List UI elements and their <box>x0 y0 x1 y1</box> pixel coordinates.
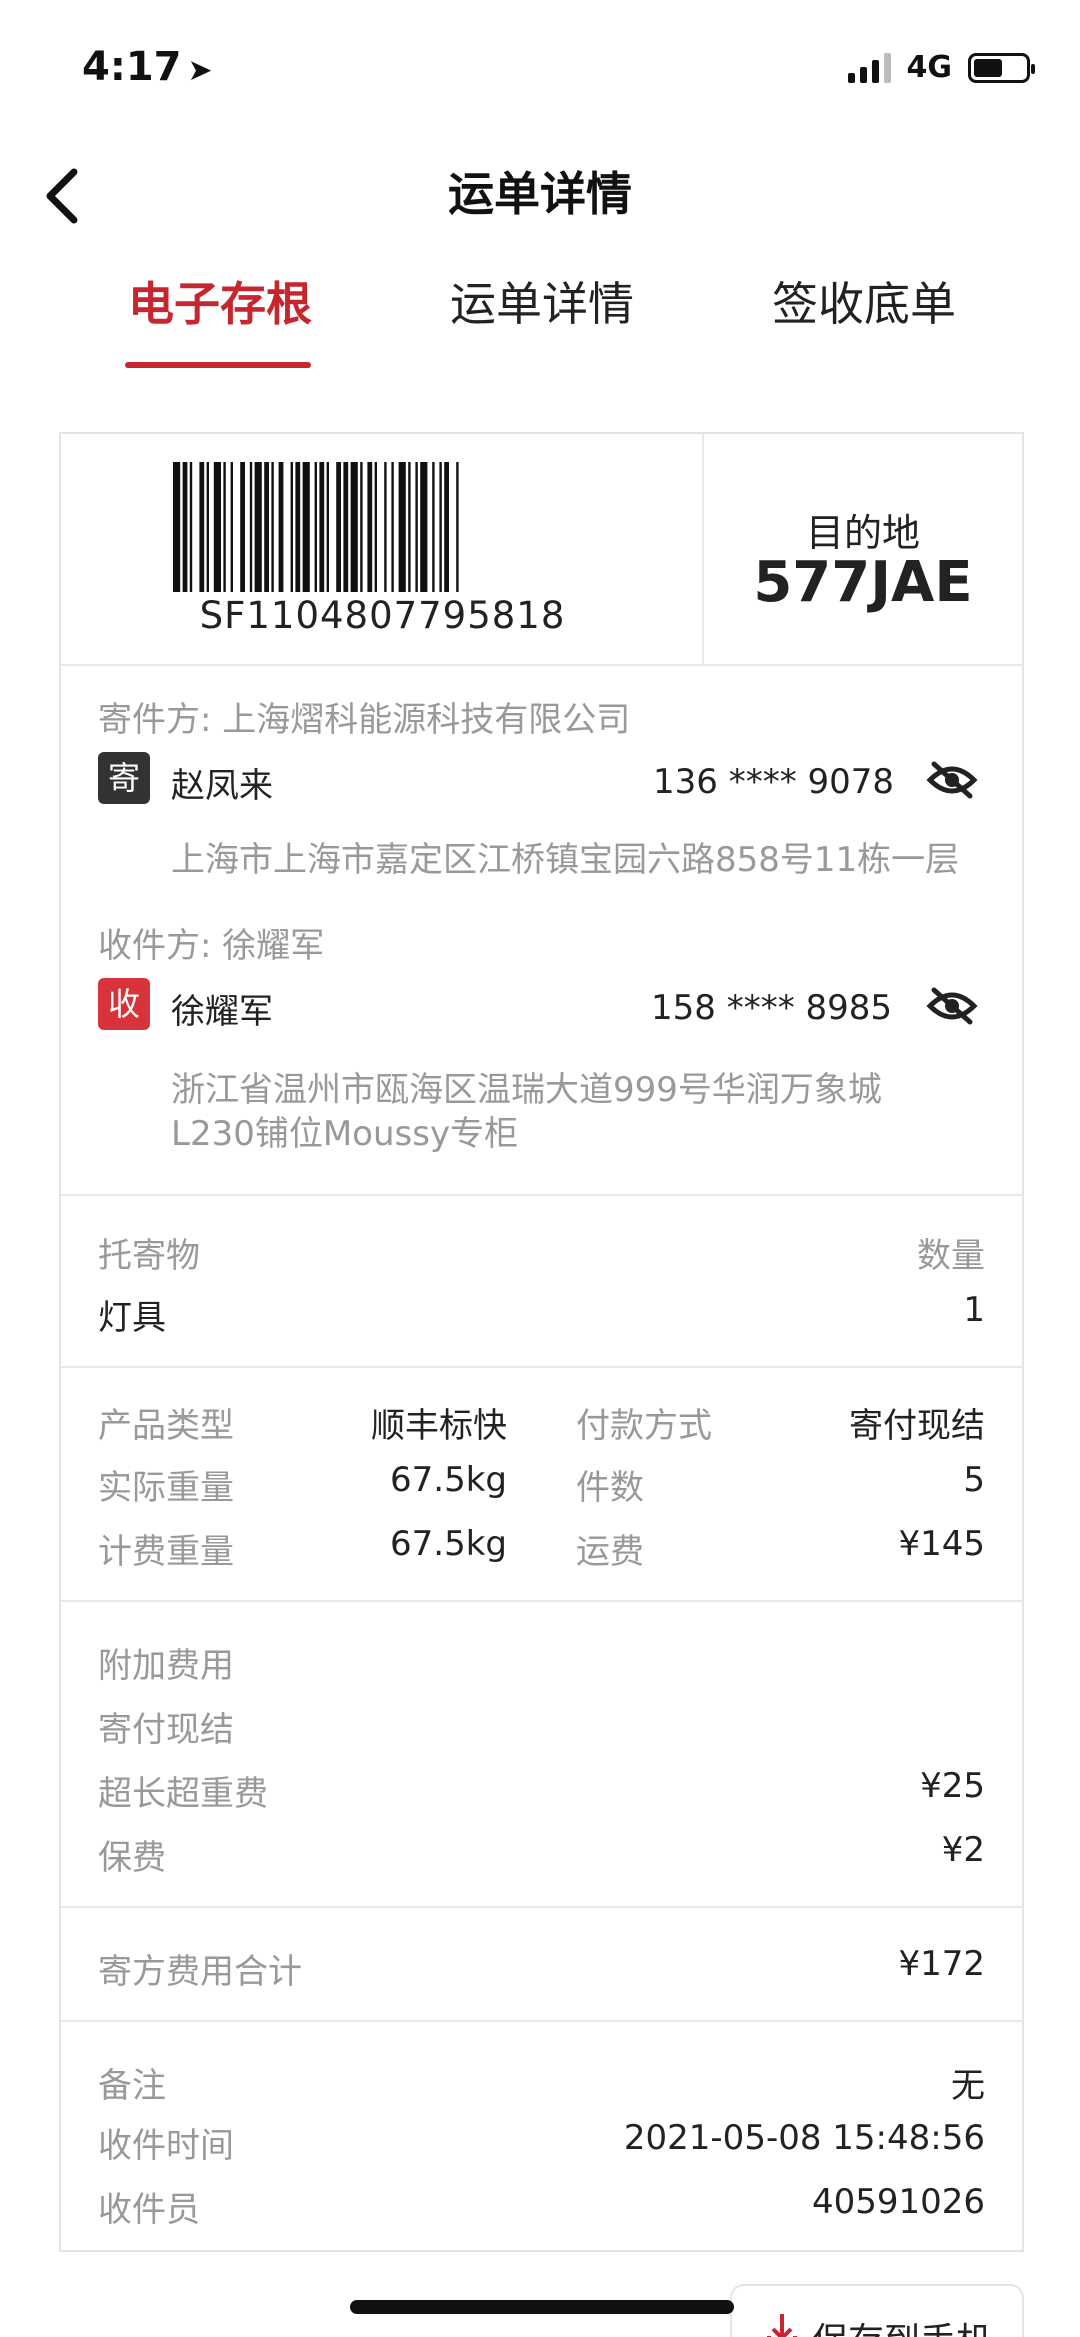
destination-label: 目的地 <box>805 511 920 555</box>
payment-value: 寄付现结 <box>849 1406 985 1446</box>
save-to-phone-button[interactable]: 保存到手机 <box>730 2284 1024 2337</box>
actual-weight-value: 67.5kg <box>390 1460 507 1500</box>
extra-fees-section: 附加费用 寄付现结 超长超重费 ¥25 保费 ¥2 <box>61 1602 1022 1908</box>
barcode-section: SF1104807795818 目的地 577JAE <box>61 434 1022 666</box>
extra-fees-subtitle: 寄付现结 <box>98 1710 234 1750</box>
pieces-value: 5 <box>963 1460 985 1500</box>
receiver-header: 收件方: 徐耀军 <box>98 926 325 966</box>
tab-bar: 电子存根 运单详情 签收底单 <box>0 260 1080 370</box>
waybill-number: SF1104807795818 <box>199 594 566 637</box>
destination-code: 577JAE <box>753 550 973 615</box>
billed-weight-label: 计费重量 <box>98 1532 234 1572</box>
sender-address: 上海市上海市嘉定区江桥镇宝园六路858号11栋一层 <box>171 840 960 880</box>
signal-icon <box>847 52 891 83</box>
sender-header: 寄件方: 上海熠科能源科技有限公司 <box>98 700 631 740</box>
remark-value: 无 <box>951 2066 985 2106</box>
goods-item-value: 灯具 <box>98 1298 166 1338</box>
courier-value: 40591026 <box>811 2182 985 2222</box>
product-type-value: 顺丰标快 <box>371 1406 507 1446</box>
download-icon <box>767 2314 797 2337</box>
clock: 4:17 <box>82 44 182 90</box>
eye-off-icon[interactable] <box>926 760 978 800</box>
total-label: 寄方费用合计 <box>98 1952 302 1992</box>
receiver-phone: 158 **** 8985 <box>651 988 893 1028</box>
receiver-name: 徐耀军 <box>171 992 273 1032</box>
save-button-label: 保存到手机 <box>812 2312 992 2337</box>
receiver-address-line1: 浙江省温州市瓯海区温瑞大道999号华润万象城 <box>171 1070 882 1110</box>
sender-name: 赵凤来 <box>171 766 273 806</box>
home-indicator <box>350 2300 734 2314</box>
battery-icon <box>968 52 1035 83</box>
freight-label: 运费 <box>576 1532 644 1572</box>
courier-label: 收件员 <box>98 2190 200 2230</box>
goods-qty-label: 数量 <box>917 1236 985 1276</box>
product-type-label: 产品类型 <box>98 1406 234 1446</box>
pickup-time-value: 2021-05-08 15:48:56 <box>623 2118 985 2158</box>
sender-badge: 寄 <box>98 752 150 804</box>
fee-label: 保费 <box>98 1838 166 1878</box>
billed-weight-value: 67.5kg <box>390 1524 507 1564</box>
page-title: 运单详情 <box>448 167 632 221</box>
fee-label: 超长超重费 <box>98 1774 268 1814</box>
tab-signed-receipt[interactable]: 签收底单 <box>772 268 956 334</box>
fee-value: ¥25 <box>920 1766 985 1806</box>
goods-qty-value: 1 <box>963 1290 985 1330</box>
barcode-cell: SF1104807795818 <box>61 434 704 664</box>
nav-bar: 运单详情 <box>0 130 1080 240</box>
actual-weight-label: 实际重量 <box>98 1468 234 1508</box>
total-value: ¥172 <box>898 1944 985 1984</box>
pickup-time-label: 收件时间 <box>98 2126 234 2166</box>
sender-phone: 136 **** 9078 <box>653 762 895 802</box>
goods-item-label: 托寄物 <box>98 1236 200 1276</box>
tab-waybill-details[interactable]: 运单详情 <box>450 268 634 334</box>
fee-value: ¥2 <box>941 1830 985 1870</box>
status-time: 4:17 ➤ <box>82 44 213 90</box>
shipment-details-section: 产品类型 顺丰标快 付款方式 寄付现结 实际重量 67.5kg 件数 5 计费重… <box>61 1368 1022 1602</box>
parties-section: 寄件方: 上海熠科能源科技有限公司 寄 赵凤来 136 **** 9078 上海… <box>61 666 1022 1196</box>
remark-label: 备注 <box>98 2066 166 2106</box>
tab-e-stub[interactable]: 电子存根 <box>128 268 312 334</box>
payment-label: 付款方式 <box>576 1406 712 1446</box>
extra-fees-title: 附加费用 <box>98 1646 234 1686</box>
pieces-label: 件数 <box>576 1468 644 1508</box>
barcode-image <box>173 462 459 592</box>
receiver-badge: 收 <box>98 978 150 1030</box>
network-type: 4G <box>906 50 953 85</box>
active-tab-indicator <box>125 362 311 368</box>
location-arrow-icon: ➤ <box>187 53 213 88</box>
waybill-card: SF1104807795818 目的地 577JAE 寄件方: 上海熠科能源科技… <box>59 432 1024 2252</box>
status-indicators: 4G <box>847 50 1035 85</box>
status-bar: 4:17 ➤ 4G <box>0 0 1080 130</box>
total-section: 寄方费用合计 ¥172 <box>61 1908 1022 2022</box>
goods-section: 托寄物 数量 灯具 1 <box>61 1196 1022 1368</box>
misc-section: 备注 无 收件时间 2021-05-08 15:48:56 收件员 405910… <box>61 2022 1022 2252</box>
freight-value: ¥145 <box>898 1524 985 1564</box>
receiver-address-line2: L230铺位Moussy专柜 <box>171 1114 519 1154</box>
eye-off-icon[interactable] <box>926 986 978 1026</box>
